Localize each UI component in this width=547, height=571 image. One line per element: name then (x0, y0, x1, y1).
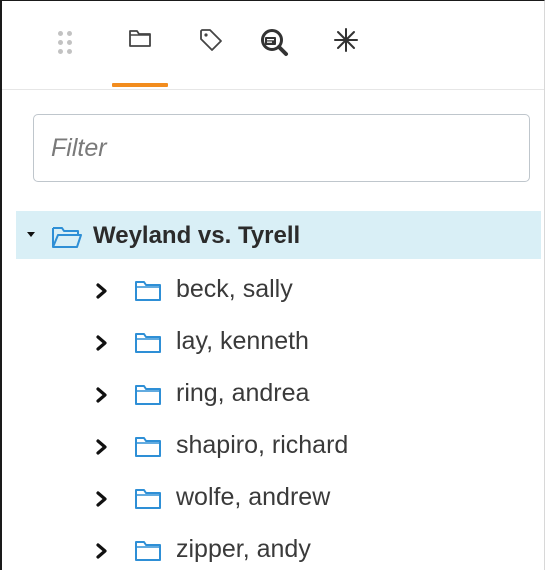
tree-node[interactable]: lay, kenneth (90, 323, 530, 363)
tree-node[interactable]: ring, andrea (90, 375, 530, 415)
tree-node[interactable]: wolfe, andrew (90, 479, 530, 519)
tab-folders[interactable] (112, 27, 168, 87)
tree-node[interactable]: zipper, andy (90, 531, 530, 570)
folder-icon (134, 331, 162, 360)
chevron-right-icon[interactable] (96, 335, 108, 356)
chevron-right-icon[interactable] (96, 543, 108, 564)
folder-icon (134, 383, 162, 412)
tree-node-label: lay, kenneth (176, 327, 309, 355)
tab-search-documents[interactable] (247, 27, 303, 87)
filter-input[interactable] (33, 114, 530, 182)
tab-tags[interactable] (183, 27, 239, 87)
tag-icon (200, 29, 222, 51)
caret-down-icon[interactable] (27, 232, 35, 237)
folder-icon (134, 435, 162, 464)
drag-handle-icon[interactable] (58, 31, 78, 63)
chevron-right-icon[interactable] (96, 387, 108, 408)
tree-node-label: wolfe, andrew (176, 483, 331, 511)
folder-icon (134, 279, 162, 308)
folder-icon (129, 30, 151, 47)
tree-node[interactable]: beck, sally (90, 271, 530, 311)
open-folder-icon (52, 227, 82, 248)
chevron-right-icon[interactable] (96, 491, 108, 512)
tab-asterisk[interactable] (318, 27, 374, 87)
toolbar (2, 1, 544, 90)
tree-node[interactable]: shapiro, richard (90, 427, 530, 467)
tree-node-label: zipper, andy (176, 535, 311, 563)
tree-node-label: shapiro, richard (176, 431, 349, 459)
chevron-right-icon[interactable] (96, 439, 108, 460)
tree-node-label: Weyland vs. Tyrell (93, 222, 301, 249)
tree-node-label: beck, sally (176, 275, 293, 303)
chevron-right-icon[interactable] (96, 283, 108, 304)
asterisk-icon (334, 28, 358, 52)
tree-panel: Weyland vs. Tyrell beck, sally lay, kenne… (0, 0, 545, 570)
folder-icon (134, 487, 162, 516)
search-document-icon (261, 29, 288, 56)
folder-icon (134, 539, 162, 568)
tree-node-label: ring, andrea (176, 379, 310, 407)
tree-node-root[interactable]: Weyland vs. Tyrell (16, 211, 541, 259)
